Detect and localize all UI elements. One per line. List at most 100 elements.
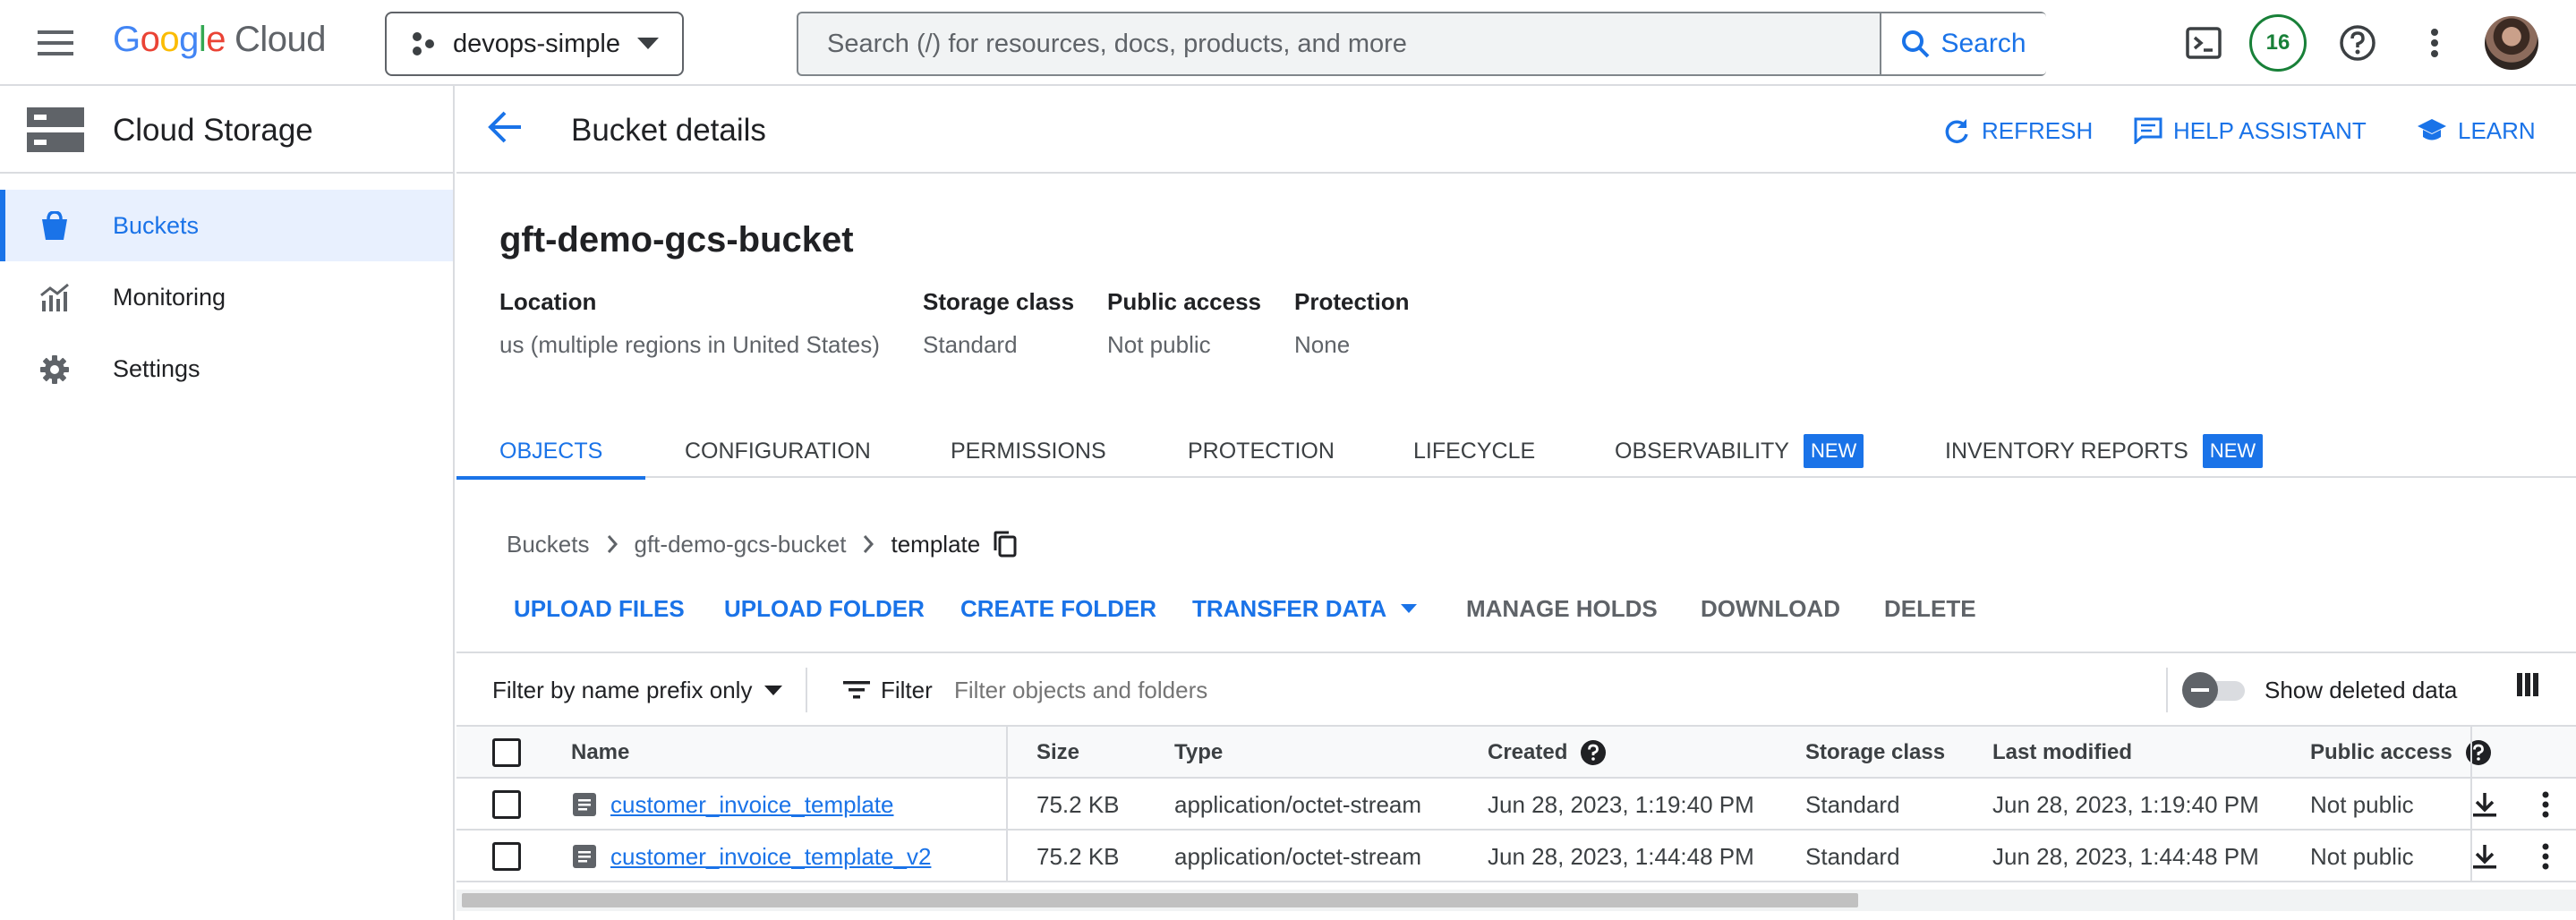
top-bar: GoogleCloud devops-simple Search 16 xyxy=(0,0,2576,86)
filter-mode-select[interactable]: Filter by name prefix only xyxy=(492,671,783,709)
last-modified-cell: Jun 28, 2023, 1:19:40 PM xyxy=(1992,790,2259,818)
product-title: Cloud Storage xyxy=(113,113,313,148)
help-assistant-label: HELP ASSISTANT xyxy=(2173,116,2367,144)
learn-button[interactable]: LEARN xyxy=(2417,111,2536,150)
copy-icon[interactable] xyxy=(993,531,1018,558)
sidebar-item-monitoring[interactable]: Monitoring xyxy=(0,261,453,333)
create-folder-button[interactable]: CREATE FOLDER xyxy=(960,591,1156,626)
object-name-link[interactable]: customer_invoice_template_v2 xyxy=(610,843,931,871)
search-button-label: Search xyxy=(1941,29,2026,58)
protection-value: None xyxy=(1294,331,1351,358)
sidebar-item-settings[interactable]: Settings xyxy=(0,333,453,405)
page-title: Bucket details xyxy=(571,113,766,148)
row-checkbox-cell xyxy=(492,779,521,831)
tab-configuration[interactable]: CONFIGURATION xyxy=(685,424,871,478)
refresh-icon xyxy=(1942,116,1971,145)
back-arrow-icon[interactable] xyxy=(487,109,526,149)
help-icon[interactable] xyxy=(2331,16,2384,70)
help-circle-icon[interactable] xyxy=(2465,739,2492,766)
more-vert-icon[interactable] xyxy=(2542,831,2549,882)
select-all-checkbox[interactable] xyxy=(492,738,521,767)
filter-button[interactable]: Filter xyxy=(843,671,933,709)
size-cell: 75.2 KB xyxy=(1036,790,1120,818)
column-header-label: Public access xyxy=(2310,740,2452,764)
column-header-size[interactable]: Size xyxy=(1036,727,1079,779)
button-label: MANAGE HOLDS xyxy=(1466,594,1658,622)
location-value: us (multiple regions in United States) xyxy=(499,331,880,358)
column-header-storage-class[interactable]: Storage class xyxy=(1805,727,1945,779)
cloud-shell-icon[interactable] xyxy=(2177,16,2231,70)
more-vert-icon[interactable] xyxy=(2542,779,2549,831)
storage-class-cell: Standard xyxy=(1805,790,1900,818)
logo-suffix: Cloud xyxy=(235,20,327,59)
filter-label: Filter xyxy=(881,676,933,703)
breadcrumb-buckets[interactable]: Buckets xyxy=(507,531,590,558)
tab-observability[interactable]: OBSERVABILITY NEW xyxy=(1615,424,1864,478)
column-divider xyxy=(1006,727,1008,882)
row-checkbox-cell xyxy=(492,831,521,882)
column-header-last-modified[interactable]: Last modified xyxy=(1992,727,2132,779)
storage-class-value: Standard xyxy=(923,331,1018,358)
sidebar: Cloud Storage Buckets Monitoring Setting… xyxy=(0,86,455,920)
help-circle-icon[interactable] xyxy=(1580,739,1607,766)
delete-button[interactable]: DELETE xyxy=(1884,591,1976,626)
project-name: devops-simple xyxy=(453,29,620,58)
type-cell: application/octet-stream xyxy=(1174,790,1422,818)
caret-down-icon xyxy=(1401,604,1418,613)
scrollbar-thumb[interactable] xyxy=(462,893,1858,907)
show-deleted-toggle-group: Show deleted data xyxy=(2182,671,2457,709)
public-access-cell: Not public xyxy=(2310,842,2414,870)
refresh-button[interactable]: REFRESH xyxy=(1942,111,2093,150)
logo-letter: o xyxy=(159,20,180,59)
sidebar-item-buckets[interactable]: Buckets xyxy=(0,190,453,261)
column-divider xyxy=(2470,727,2472,882)
column-header-type[interactable]: Type xyxy=(1174,727,1223,779)
new-badge: NEW xyxy=(2202,434,2264,468)
search-input[interactable] xyxy=(798,13,1880,74)
row-checkbox[interactable] xyxy=(492,790,521,819)
download-icon[interactable] xyxy=(2472,779,2497,831)
download-icon[interactable] xyxy=(2472,831,2497,882)
gear-icon xyxy=(39,354,70,385)
sidebar-header: Cloud Storage xyxy=(0,86,455,174)
tab-label: OBSERVABILITY xyxy=(1615,438,1789,464)
button-label: TRANSFER DATA xyxy=(1192,594,1387,622)
google-cloud-logo[interactable]: Go o g l e Cloud xyxy=(113,20,327,60)
storage-product-icon xyxy=(27,107,84,152)
tab-lifecycle[interactable]: LIFECYCLE xyxy=(1413,424,1535,478)
row-checkbox[interactable] xyxy=(492,842,521,871)
column-header-public-access[interactable]: Public access xyxy=(2310,727,2492,779)
main-menu-icon[interactable] xyxy=(36,23,75,63)
avatar xyxy=(2485,16,2538,70)
caret-down-icon xyxy=(764,685,783,695)
tab-protection[interactable]: PROTECTION xyxy=(1188,424,1335,478)
search-button[interactable]: Search xyxy=(1880,13,2046,74)
column-header-name[interactable]: Name xyxy=(571,727,629,779)
tab-inventory-reports[interactable]: INVENTORY REPORTS NEW xyxy=(1945,424,2264,478)
notifications-badge[interactable]: 16 xyxy=(2247,14,2309,72)
chevron-right-icon xyxy=(606,534,618,554)
download-button[interactable]: DOWNLOAD xyxy=(1701,591,1840,626)
tab-objects[interactable]: OBJECTS xyxy=(456,424,646,480)
file-icon xyxy=(571,791,598,818)
transfer-data-button[interactable]: TRANSFER DATA xyxy=(1192,591,1418,626)
object-name-link[interactable]: customer_invoice_template xyxy=(610,791,894,819)
sidebar-item-label: Monitoring xyxy=(113,283,226,311)
column-header-created[interactable]: Created xyxy=(1488,727,1607,779)
tab-label: PERMISSIONS xyxy=(951,438,1106,464)
breadcrumb-bucket[interactable]: gft-demo-gcs-bucket xyxy=(635,531,847,558)
more-vert-icon[interactable] xyxy=(2408,16,2461,70)
help-assistant-button[interactable]: HELP ASSISTANT xyxy=(2134,111,2367,150)
filter-mode-label: Filter by name prefix only xyxy=(492,676,753,703)
tab-label: CONFIGURATION xyxy=(685,438,871,464)
upload-files-button[interactable]: UPLOAD FILES xyxy=(514,591,685,626)
tab-permissions[interactable]: PERMISSIONS xyxy=(951,424,1106,478)
show-deleted-toggle[interactable] xyxy=(2182,671,2248,709)
project-picker[interactable]: devops-simple xyxy=(385,12,684,76)
new-badge: NEW xyxy=(1803,434,1864,468)
account-button[interactable] xyxy=(2483,16,2540,70)
manage-holds-button[interactable]: MANAGE HOLDS xyxy=(1466,591,1658,626)
public-access-value: Not public xyxy=(1107,331,1211,358)
upload-folder-button[interactable]: UPLOAD FOLDER xyxy=(724,591,925,626)
column-display-icon[interactable] xyxy=(2517,673,2538,696)
